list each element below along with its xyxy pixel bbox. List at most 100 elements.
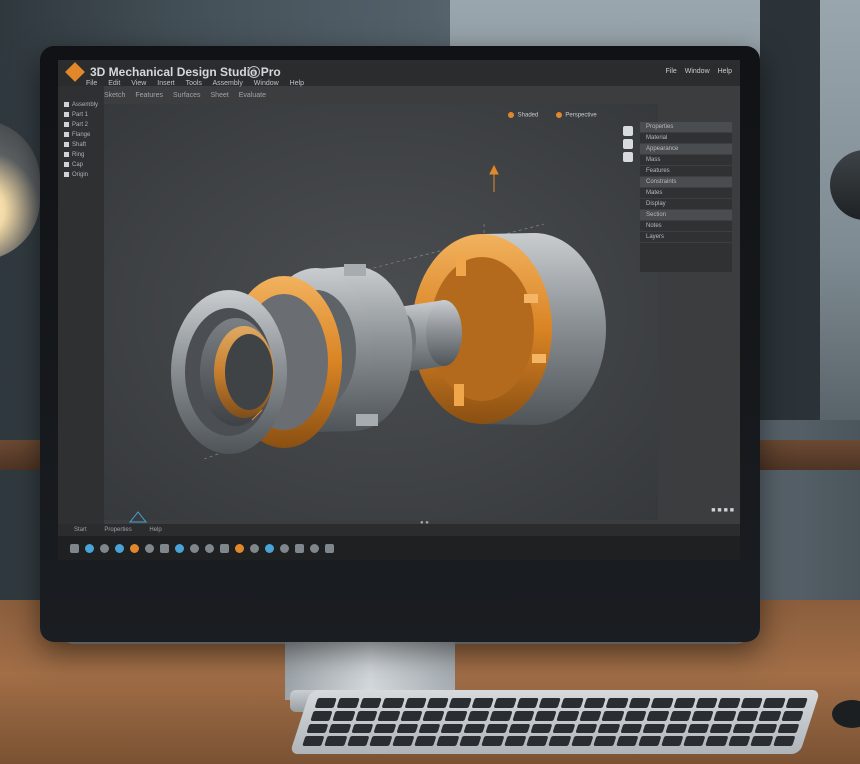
sub-toolbar-item[interactable]: Sheet — [211, 92, 229, 99]
keyboard-key — [459, 736, 482, 746]
property-row[interactable]: Appearance — [640, 144, 732, 155]
fit-icon[interactable] — [623, 152, 633, 162]
menu-item[interactable]: Assembly — [213, 80, 243, 87]
keyboard-key — [650, 698, 674, 708]
menu-item[interactable]: Window — [254, 80, 279, 87]
part-icon — [64, 161, 69, 167]
window-control[interactable]: File — [666, 68, 677, 75]
menu-item[interactable]: Help — [290, 80, 304, 87]
taskbar-app-icon[interactable] — [235, 543, 244, 553]
taskbar-app-icon[interactable] — [205, 543, 214, 553]
tree-item[interactable]: Origin — [58, 170, 104, 180]
status-item[interactable]: Properties — [104, 527, 131, 533]
perspective-icon[interactable] — [555, 112, 562, 118]
keyboard-key — [395, 723, 419, 734]
shaded-icon[interactable] — [508, 112, 514, 118]
keyboard-key — [404, 698, 427, 708]
property-row[interactable]: Section — [640, 210, 732, 221]
keyboard-keys — [302, 698, 808, 746]
taskbar-app-icon[interactable] — [190, 543, 199, 553]
window-controls: File Window Help — [660, 68, 733, 75]
keyboard-key — [493, 698, 517, 708]
taskbar-app-icon[interactable] — [115, 543, 124, 553]
taskbar-app-icon[interactable] — [295, 543, 304, 553]
property-row[interactable]: Constraints — [640, 177, 732, 188]
taskbar-app-icon[interactable] — [175, 543, 184, 553]
property-row[interactable]: Display — [640, 199, 732, 210]
keyboard-key — [615, 736, 639, 746]
zoom-icon[interactable] — [623, 126, 633, 136]
status-item[interactable]: Help — [149, 527, 161, 533]
taskbar-app-icon[interactable] — [325, 543, 334, 553]
part-icon — [64, 131, 69, 137]
start-icon[interactable] — [70, 543, 79, 553]
tree-item[interactable]: Flange — [58, 130, 104, 140]
menu-item[interactable]: Tools — [186, 80, 202, 87]
window-control[interactable]: Window — [685, 68, 710, 75]
tree-item-label: Ring — [72, 152, 85, 158]
menu-item[interactable]: Insert — [157, 80, 175, 87]
property-row[interactable]: Properties — [640, 122, 732, 133]
taskbar-app-icon[interactable] — [145, 543, 154, 553]
sub-toolbar-item[interactable]: Evaluate — [239, 92, 266, 99]
sub-toolbar-item[interactable]: Surfaces — [173, 92, 201, 99]
property-row[interactable]: Material — [640, 133, 732, 144]
keyboard-key — [750, 736, 773, 746]
keyboard-key — [328, 723, 352, 734]
property-row[interactable]: Layers — [640, 232, 732, 243]
taskbar-app-icon[interactable] — [160, 543, 169, 553]
tree-item-label: Assembly — [72, 102, 99, 108]
taskbar-app-icon[interactable] — [310, 543, 319, 553]
keyboard-key — [638, 736, 661, 746]
taskbar-app-icon[interactable] — [265, 543, 274, 553]
keyboard-key — [583, 698, 607, 708]
taskbar-app-icon[interactable] — [100, 543, 109, 553]
view-mode-label[interactable]: Perspective — [565, 113, 596, 119]
property-row[interactable]: Mates — [640, 188, 732, 199]
view-mode-label[interactable]: Shaded — [518, 113, 539, 119]
taskbar-app-icon[interactable] — [280, 543, 289, 553]
property-row[interactable]: Mass — [640, 155, 732, 166]
status-bar: Start Properties Help — [58, 524, 740, 536]
3d-viewport[interactable] — [104, 104, 658, 520]
property-row[interactable]: Features — [640, 166, 732, 177]
sub-toolbar-item[interactable]: Sketch — [104, 92, 125, 99]
keyboard-key — [781, 710, 804, 721]
keyboard-key — [740, 698, 763, 708]
keyboard-key — [503, 736, 527, 746]
keyboard-key — [481, 736, 505, 746]
keyboard-key — [785, 698, 808, 708]
keyboard-key — [571, 736, 594, 746]
part-icon — [64, 111, 69, 117]
keyboard-key — [449, 698, 472, 708]
status-item[interactable]: Start — [74, 527, 87, 533]
front-cap — [171, 290, 287, 454]
keyboard-key — [758, 710, 782, 721]
viewport-controls[interactable]: ■ ■ ■ ■ — [711, 507, 734, 514]
keyboard-key — [351, 723, 374, 734]
menu-item[interactable]: Edit — [108, 80, 120, 87]
tree-item[interactable]: Assembly — [58, 100, 104, 110]
taskbar-app-icon[interactable] — [220, 543, 229, 553]
keyboard-key — [642, 723, 666, 734]
sub-toolbar-item[interactable]: Features — [135, 92, 163, 99]
tree-item[interactable]: Shaft — [58, 140, 104, 150]
tree-item[interactable]: Ring — [58, 150, 104, 160]
keyboard-key — [426, 698, 450, 708]
tree-item[interactable]: Cap — [58, 160, 104, 170]
keyboard-key — [705, 736, 729, 746]
taskbar-app-icon[interactable] — [85, 543, 94, 553]
tree-item[interactable]: Part 1 — [58, 110, 104, 120]
keyboard-key — [691, 710, 715, 721]
taskbar-app-icon[interactable] — [130, 543, 139, 553]
tree-item[interactable]: Part 2 — [58, 120, 104, 130]
property-row[interactable]: Notes — [640, 221, 732, 232]
tree-item-label: Cap — [72, 162, 84, 168]
taskbar-app-icon[interactable] — [250, 543, 259, 553]
rotate-icon[interactable] — [623, 139, 633, 149]
window-control[interactable]: Help — [718, 68, 732, 75]
keyboard-key — [660, 736, 684, 746]
menu-item[interactable]: View — [131, 80, 146, 87]
info-icon[interactable]: i — [248, 66, 260, 78]
menu-bar: File Edit View Insert Tools Assembly Win… — [86, 80, 313, 87]
